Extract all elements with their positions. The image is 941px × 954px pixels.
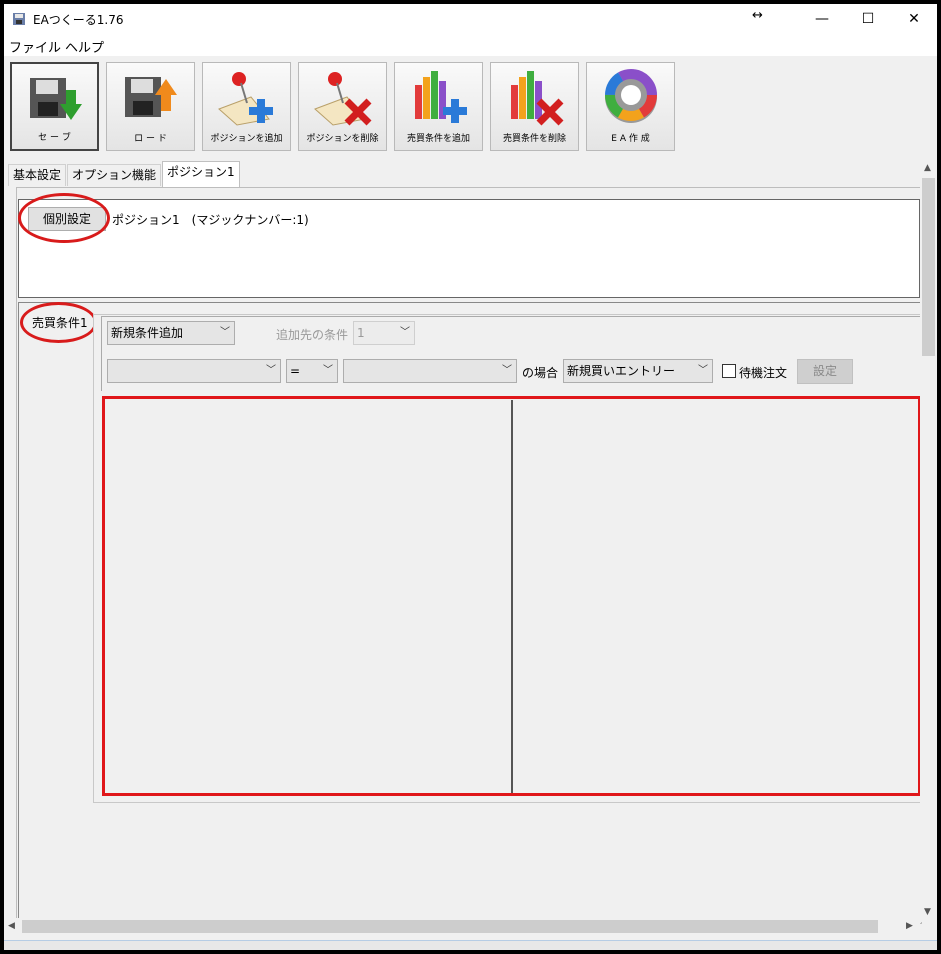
add-condition-button[interactable]: 売買条件を追加	[394, 62, 483, 151]
close-button[interactable]: ✕	[891, 4, 937, 34]
set-button[interactable]: 設定	[797, 359, 853, 384]
toolbar: セ ー ブ ロ ー ド ポジションを追加 ポジションを削除 売買条件を追加 売買…	[4, 56, 937, 157]
highlight-rectangle	[102, 396, 921, 796]
menu-file[interactable]: ファイル	[9, 37, 61, 56]
add-position-label: ポジションを追加	[210, 134, 283, 144]
window-title: EAつくーる1.76	[33, 13, 124, 27]
new-condition-dropdown[interactable]: 新規条件追加 ﹀	[107, 321, 235, 345]
tab-option-features[interactable]: オプション機能	[67, 164, 162, 186]
scroll-right-icon[interactable]: ▶	[906, 921, 913, 931]
horizontal-scrollbar[interactable]: ◀ ▶	[4, 918, 920, 935]
chevron-down-icon: ﹀	[323, 365, 333, 376]
new-condition-value: 新規条件追加	[111, 326, 184, 340]
minimize-button[interactable]: —	[799, 4, 845, 34]
load-button[interactable]: ロ ー ド	[106, 62, 195, 151]
delete-condition-label: 売買条件を削除	[502, 134, 566, 144]
delete-position-icon	[314, 72, 372, 126]
resize-cursor-icon: ↔	[752, 8, 763, 23]
delete-position-button[interactable]: ポジションを削除	[298, 62, 387, 151]
app-window: EAつくーる1.76 ↔ — ☐ ✕ ファイル ヘルプ セ ー ブ ロ ー ド	[4, 4, 937, 950]
scroll-down-icon[interactable]: ▼	[924, 907, 931, 917]
scroll-left-icon[interactable]: ◀	[8, 921, 15, 931]
tab-bar: 基本設定 オプション機能 ポジション1	[8, 161, 920, 187]
operator-value: =	[290, 364, 301, 378]
app-icon	[13, 13, 25, 25]
create-ea-label: E A 作 成	[611, 134, 650, 144]
vertical-scrollbar[interactable]: ▲ ▼	[920, 161, 937, 922]
status-strip	[4, 940, 937, 950]
save-button[interactable]: セ ー ブ	[10, 62, 99, 151]
highlight-circle-settings	[18, 193, 110, 243]
load-label: ロ ー ド	[134, 134, 167, 144]
target-condition-label: 追加先の条件	[276, 328, 349, 342]
save-label: セ ー ブ	[38, 133, 71, 143]
delete-position-label: ポジションを削除	[306, 134, 379, 144]
delete-condition-button[interactable]: 売買条件を削除	[490, 62, 579, 151]
pending-order-label: 待機注文	[739, 366, 788, 380]
left-operand-dropdown[interactable]: ﹀	[107, 359, 281, 383]
position-title: ポジション1 (マジックナンバー:1)	[112, 213, 309, 227]
create-ea-button[interactable]: E A 作 成	[586, 62, 675, 151]
operator-dropdown[interactable]: = ﹀	[286, 359, 338, 383]
entry-type-dropdown[interactable]: 新規買いエントリー ﹀	[563, 359, 713, 383]
case-label: の場合	[522, 366, 559, 380]
entry-type-value: 新規買いエントリー	[567, 364, 676, 378]
right-operand-dropdown[interactable]: ﹀	[343, 359, 517, 383]
chevron-down-icon: ﹀	[220, 327, 230, 338]
horizontal-scroll-thumb[interactable]	[22, 920, 878, 933]
save-icon	[30, 78, 82, 120]
delete-condition-icon	[511, 71, 564, 126]
highlight-circle-condition	[20, 302, 97, 343]
add-position-button[interactable]: ポジションを追加	[202, 62, 291, 151]
pending-order-checkbox[interactable]	[722, 364, 736, 378]
target-condition-dropdown[interactable]: 1 ﹀	[353, 321, 415, 345]
chevron-down-icon: ﹀	[502, 365, 512, 376]
tab-position-1[interactable]: ポジション1	[162, 161, 240, 187]
add-condition-icon	[415, 71, 467, 123]
menu-help[interactable]: ヘルプ	[65, 37, 104, 56]
chevron-down-icon: ﹀	[400, 327, 410, 338]
title-bar: EAつくーる1.76 ↔ — ☐ ✕	[4, 4, 937, 34]
create-ea-icon	[605, 69, 657, 123]
vertical-scroll-thumb[interactable]	[922, 178, 935, 356]
maximize-button[interactable]: ☐	[845, 4, 891, 34]
add-condition-label: 売買条件を追加	[406, 134, 470, 144]
tab-basic-settings[interactable]: 基本設定	[8, 164, 67, 186]
scroll-up-icon[interactable]: ▲	[924, 163, 931, 173]
menu-bar: ファイル ヘルプ	[4, 34, 937, 56]
chevron-down-icon: ﹀	[698, 365, 708, 376]
add-position-icon	[218, 72, 273, 126]
target-condition-value: 1	[357, 326, 365, 340]
chevron-down-icon: ﹀	[266, 365, 276, 376]
load-icon	[125, 77, 177, 117]
